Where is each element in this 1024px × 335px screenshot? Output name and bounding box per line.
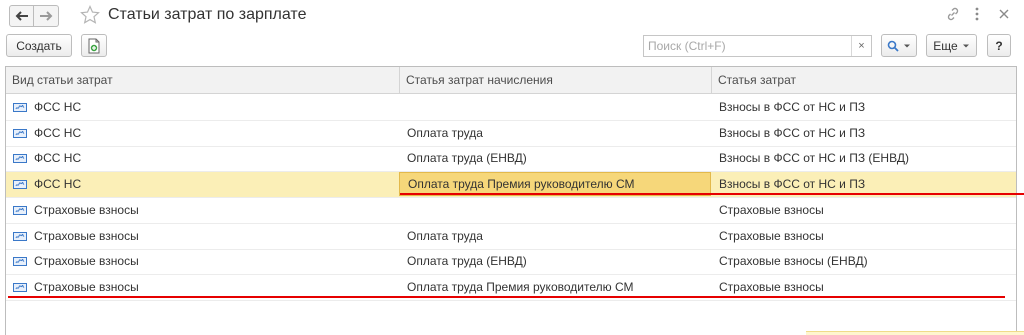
catalog-item-icon: [13, 231, 27, 241]
more-vertical-icon[interactable]: [972, 6, 982, 22]
column-header-cost[interactable]: Статья затрат: [711, 67, 1016, 94]
search-input[interactable]: [644, 36, 850, 56]
title-bar: Статьи затрат по зарплате: [0, 0, 1024, 32]
cell-cost-item-type: ФСС НС: [34, 125, 82, 140]
chevron-down-icon: [904, 44, 910, 47]
table-header: Вид статьи затрат Статья затрат начислен…: [6, 67, 1016, 94]
table-row[interactable]: ФСС НС Оплата труда Взносы в ФСС от НС и П…: [6, 121, 1016, 147]
more-button[interactable]: Еще: [926, 34, 977, 57]
catalog-item-icon: [13, 128, 27, 138]
table-row[interactable]: ФСС НС Взносы в ФСС от НС и ПЗ: [6, 95, 1016, 121]
column-header-accrual[interactable]: Статья затрат начисления: [399, 67, 711, 94]
cell-cost-item: Взносы в ФСС от НС и ПЗ: [719, 125, 866, 140]
copy-button[interactable]: [81, 34, 107, 57]
cell-cost-item-type: Страховые взносы: [34, 228, 139, 243]
page-title: Статьи затрат по зарплате: [108, 6, 307, 23]
star-icon[interactable]: [80, 5, 100, 25]
cell-cost-item-type: Страховые взносы: [34, 254, 139, 269]
catalog-item-icon: [13, 103, 27, 112]
column-header-type[interactable]: Вид статьи затрат: [6, 67, 399, 94]
table-row[interactable]: Страховые взносы Оплата труда (ЕНВД) Страх…: [6, 249, 1016, 276]
arrow-right-icon: [40, 11, 53, 21]
clear-search-button[interactable]: ×: [851, 36, 871, 56]
catalog-item-icon: [13, 282, 27, 292]
cell-cost-item-type: ФСС НС: [34, 177, 82, 192]
link-icon[interactable]: [945, 6, 961, 22]
cell-cost-item-type: ФСС НС: [34, 151, 82, 166]
catalog-item-icon: [13, 257, 27, 267]
table-row[interactable]: Страховые взносы Оплата труда Страховые вз…: [6, 224, 1016, 250]
cell-cost-item-type: ФСС НС: [34, 100, 82, 114]
cell-accrual-cost-item[interactable]: Оплата труда (ЕНВД): [407, 146, 527, 171]
annotation-line: [8, 296, 1005, 298]
cost-items-table: Вид статьи затрат Статья затрат начислен…: [5, 66, 1017, 335]
help-button[interactable]: ?: [987, 34, 1011, 57]
cell-cost-item-type: Страховые взносы: [34, 202, 139, 217]
catalog-item-icon: [13, 205, 27, 215]
search-field[interactable]: ×: [643, 35, 872, 57]
cell-accrual-cost-item[interactable]: Оплата труда: [407, 121, 483, 146]
notification-edge: [806, 331, 1024, 335]
chevron-down-icon: [962, 44, 969, 47]
catalog-item-icon: [13, 154, 27, 164]
search-button[interactable]: [881, 34, 917, 57]
more-button-label: Еще: [933, 38, 958, 53]
search-icon: [887, 40, 899, 52]
close-icon[interactable]: [998, 8, 1010, 20]
command-bar: Создать × Еще ?: [0, 34, 1024, 60]
catalog-item-icon: [13, 180, 27, 190]
clear-icon: ×: [858, 40, 865, 52]
arrow-left-icon: [15, 11, 28, 21]
copy-document-icon: [88, 38, 100, 53]
cell-accrual-cost-item[interactable]: Оплата труда (ЕНВД): [407, 249, 527, 274]
cell-accrual-cost-item[interactable]: Оплата труда: [407, 224, 483, 249]
table-row[interactable]: Страховые взносы Страховые взносы: [6, 198, 1016, 224]
cell-cost-item: Страховые взносы: [719, 202, 824, 217]
cell-cost-item: Страховые взносы (ЕНВД): [719, 254, 868, 269]
annotation-line: [400, 193, 1024, 195]
cell-cost-item: Взносы в ФСС от НС и ПЗ (ЕНВД): [719, 151, 909, 166]
back-button[interactable]: [9, 5, 34, 27]
cell-cost-item: Взносы в ФСС от НС и ПЗ: [719, 100, 866, 114]
table-row[interactable]: ФСС НС Оплата труда (ЕНВД) Взносы в ФСС от…: [6, 146, 1016, 173]
forward-button[interactable]: [34, 5, 59, 27]
cell-cost-item: Страховые взносы: [719, 228, 824, 243]
create-button[interactable]: Создать: [6, 34, 72, 57]
